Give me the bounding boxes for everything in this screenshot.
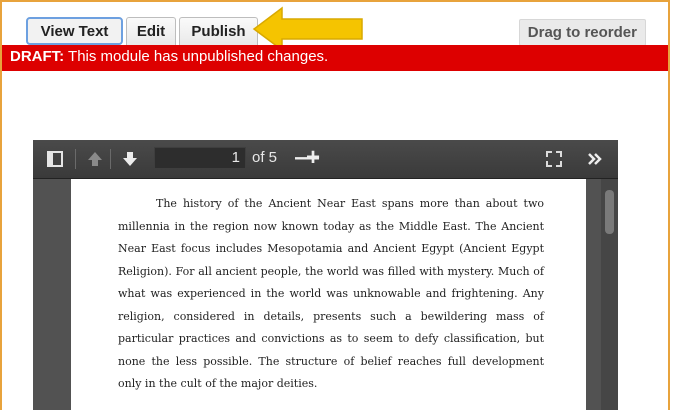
pdf-viewer: 1 of 5 — + The history of the Ancient Ne… [33, 140, 618, 410]
drag-to-reorder-button[interactable]: Drag to reorder [518, 19, 646, 46]
fullscreen-icon[interactable] [545, 150, 563, 168]
page-count: of 5 [252, 149, 278, 166]
draft-label: DRAFT: [10, 48, 65, 65]
pdf-page: The history of the Ancient Near East spa… [71, 179, 586, 410]
pdf-scrollbar-thumb[interactable] [605, 190, 614, 234]
tab-view-text[interactable]: View Text [26, 17, 123, 45]
page-body-text: The history of the Ancient Near East spa… [118, 193, 544, 396]
arrow-up-icon[interactable] [86, 150, 104, 168]
page-paragraph: The history of the Ancient Near East spa… [118, 197, 544, 390]
pdf-toolbar: 1 of 5 — + [33, 140, 618, 179]
zoom-in-button[interactable]: + [306, 144, 320, 172]
double-chevron-right-icon[interactable] [586, 150, 604, 168]
tab-publish[interactable]: Publish [179, 17, 258, 45]
toolbar-separator [110, 149, 111, 169]
sidebar-toggle-icon[interactable] [46, 150, 64, 168]
draft-notice-bar: DRAFT: This module has unpublished chang… [2, 45, 668, 71]
tab-edit[interactable]: Edit [126, 17, 176, 45]
page-number-input[interactable]: 1 [154, 147, 246, 169]
draft-message: This module has unpublished changes. [64, 48, 329, 65]
toolbar-separator [75, 149, 76, 169]
arrow-down-icon[interactable] [121, 150, 139, 168]
